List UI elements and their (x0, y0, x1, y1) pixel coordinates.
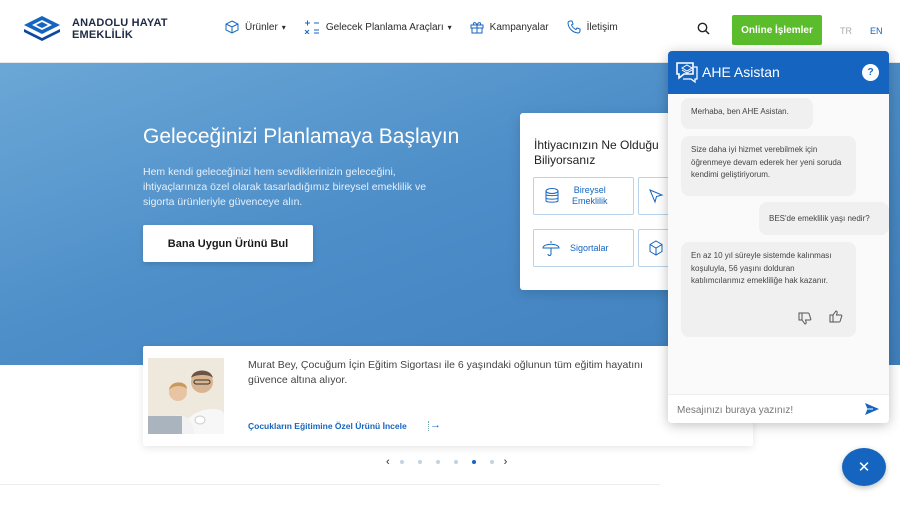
nav-item-contact[interactable]: İletişim (567, 20, 618, 34)
brand-logo[interactable]: ANADOLU HAYAT EMEKLİLİK (20, 14, 168, 44)
carousel-prev-button[interactable]: ‹ (386, 456, 390, 468)
cursor-icon (649, 189, 664, 204)
chat-widget: AHE Asistan ? Merhaba, ben AHE Asistan. … (668, 51, 889, 423)
carousel-dot[interactable] (453, 460, 458, 464)
calculator-icon (304, 20, 319, 34)
chat-input-bar (668, 394, 889, 423)
logo-mark-icon (24, 16, 60, 41)
promo-text: Murat Bey, Çocuğum İçin Eğitim Sigortası… (248, 359, 643, 386)
nav-item-campaigns[interactable]: Kampanyalar (470, 20, 549, 34)
carousel-dot[interactable] (399, 460, 404, 464)
arrow-right-icon[interactable]: → (430, 419, 441, 431)
promo-divider (428, 421, 429, 431)
cube-icon (649, 240, 663, 256)
promo-card: Murat Bey, Çocuğum İçin Eğitim Sigortası… (143, 346, 753, 446)
carousel-dots (393, 460, 501, 464)
need-tile-label-line2: Emeklilik (572, 196, 608, 206)
father-son-photo-icon (148, 358, 224, 434)
main-nav: Ürünler ▾ Gelecek Planlama Araçları ▾ Ka… (225, 20, 636, 34)
needs-title: İhtiyacınızın Ne Olduğu Biliyorsanız (534, 138, 680, 168)
nav-item-planning-tools[interactable]: Gelecek Planlama Araçları ▾ (304, 20, 452, 34)
section-divider (0, 484, 660, 485)
carousel-dot[interactable] (489, 460, 494, 464)
thumbs-down-icon[interactable] (798, 312, 812, 325)
chat-close-button[interactable]: ✕ (842, 448, 886, 486)
need-tile-label: Bireysel Emeklilik (572, 185, 608, 207)
online-transactions-button[interactable]: Online İşlemler (732, 15, 822, 45)
nav-label-campaigns: Kampanyalar (489, 21, 549, 33)
bot-message: Size daha iyi hizmet verebilmek için öğr… (681, 136, 856, 196)
carousel-next-button[interactable]: › (504, 456, 508, 468)
carousel-dot[interactable] (435, 460, 440, 464)
need-tile-label-line1: Bireysel (573, 185, 606, 195)
search-icon[interactable] (697, 22, 710, 35)
language-tr-link[interactable]: TR (840, 26, 852, 36)
send-icon[interactable] (864, 402, 880, 416)
page: ANADOLU HAYAT EMEKLİLİK Ürünler ▾ Gelece… (0, 0, 900, 530)
coins-icon (545, 188, 559, 203)
need-tile-label: Sigortalar (570, 242, 609, 253)
need-tile-individual-pension[interactable]: Bireysel Emeklilik (533, 177, 634, 215)
phone-icon (567, 20, 581, 34)
umbrella-icon (542, 241, 560, 256)
hero-description: Hem kendi geleceğinizi hem sevdikleriniz… (143, 166, 427, 208)
brand-line2: EMEKLİLİK (72, 29, 134, 41)
bot-message-text: En az 10 yıl süreyle sistemde kalınması … (691, 251, 832, 285)
chat-title: AHE Asistan (702, 64, 780, 80)
needs-card: İhtiyacınızın Ne Olduğu Biliyorsanız Bir… (520, 113, 680, 290)
chevron-down-icon: ▾ (281, 22, 286, 32)
assistant-logo-icon (676, 62, 698, 84)
language-en-link[interactable]: EN (870, 26, 883, 36)
nav-item-products[interactable]: Ürünler ▾ (225, 20, 286, 34)
bot-message: Merhaba, ben AHE Asistan. (681, 98, 813, 129)
carousel-dot[interactable] (471, 460, 476, 464)
carousel-dot[interactable] (417, 460, 422, 464)
nav-label-contact: İletişim (586, 21, 618, 33)
needs-title-line2: Biliyorsanız (534, 153, 596, 167)
gift-icon (470, 22, 484, 34)
carousel-controls: ‹ › (386, 456, 507, 468)
chat-messages: Merhaba, ben AHE Asistan. Size daha iyi … (668, 94, 889, 394)
help-button[interactable]: ? (862, 64, 879, 81)
user-message: BES'de emeklilik yaşı nedir? (759, 202, 889, 235)
box-icon (225, 20, 239, 34)
find-product-button[interactable]: Bana Uygun Ürünü Bul (143, 225, 313, 262)
promo-photo (148, 358, 224, 434)
hero-title: Geleceğinizi Planlamaya Başlayın (143, 125, 460, 148)
brand-name: ANADOLU HAYAT EMEKLİLİK (72, 17, 168, 41)
chevron-down-icon: ▾ (447, 22, 452, 32)
brand-line1: ANADOLU HAYAT (72, 17, 168, 29)
promo-link[interactable]: Çocukların Eğitimine Özel Ürünü İncele (248, 421, 407, 431)
nav-label-products: Ürünler (245, 21, 278, 33)
nav-label-planning-tools: Gelecek Planlama Araçları (325, 21, 444, 33)
need-tile-insurances[interactable]: Sigortalar (533, 229, 634, 267)
chat-header: AHE Asistan ? (668, 51, 889, 94)
thumbs-up-icon[interactable] (829, 310, 843, 323)
needs-title-line1: İhtiyacınızın Ne Olduğu (534, 138, 659, 152)
chat-message-input[interactable] (677, 401, 857, 419)
